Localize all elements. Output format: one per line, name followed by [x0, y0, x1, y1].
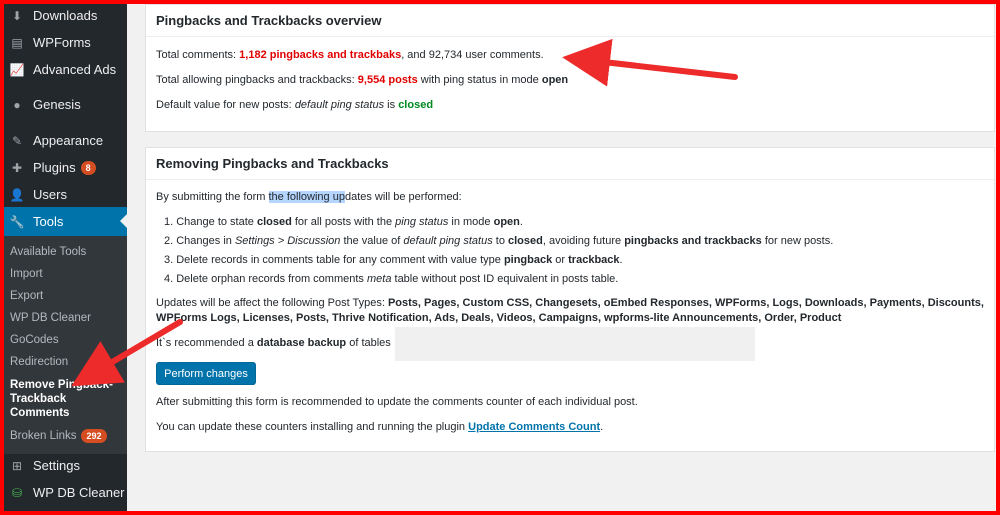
annotation-arrows — [71, 38, 738, 387]
arrow-to-overview — [562, 38, 738, 87]
arrow-to-submenu — [71, 319, 183, 387]
